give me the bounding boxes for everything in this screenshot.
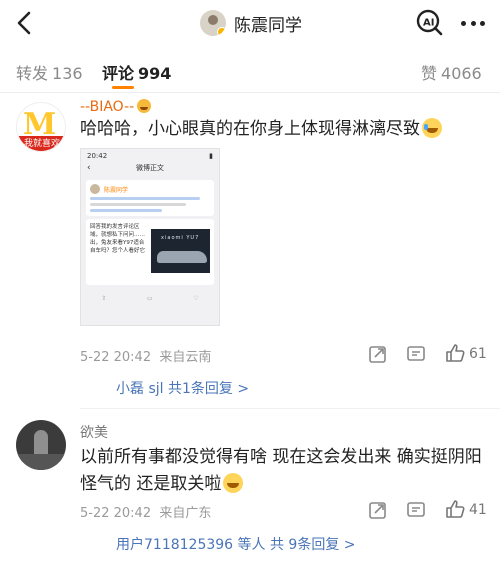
tab-repost[interactable]: 转发 136 [16,60,83,84]
like-button[interactable] [444,342,466,368]
image-post-text: 回答我的发言评论区域，就想私下问问……出，兔友来看Y97适合自车吗？您个人看好它 [90,224,146,254]
like-button[interactable] [444,498,466,524]
image-post: 回答我的发言评论区域，就想私下问问……出，兔友来看Y97适合自车吗？您个人看好它… [86,219,214,285]
like-count: 41 [469,502,487,518]
avatar[interactable]: M 我就喜欢 [16,102,66,152]
avatar-text: 我就喜欢 [23,139,60,149]
comment-text: 哈哈哈，小心眼真的在你身上体现得淋漓尽致 [80,116,442,143]
share-icon: ⇧ [101,295,107,302]
dot-icon [470,20,476,26]
text-line [90,203,186,206]
comment-meta: 5-22 20:42 来自广东 [80,502,211,521]
tab-likes-label: 赞 [421,64,438,83]
battery-icon: ▮ [209,152,213,160]
ai-search-icon: AI [416,9,443,36]
image-footer: ⇧ ▭ ♡ [81,295,219,302]
avatar[interactable] [200,10,226,36]
comment-body-line1: 以前所有事都没觉得有啥 现在这会发出来 确实挺阴阳 [80,447,482,467]
avatar-banner: 我就喜欢 [17,136,65,151]
image-poster: 陈震同学 [104,186,129,194]
comment-body-line2-wrap: 怪气的 还是取关啦 [80,471,490,498]
view-replies-link[interactable]: 用户7118125396 等人 共 9条回复 > [116,534,356,554]
divider [80,408,500,409]
reply-button[interactable] [406,344,426,368]
back-icon: ‹ [87,163,91,173]
back-button[interactable] [10,8,40,38]
avatar [90,184,100,194]
image-card: 陈震同学 [86,180,214,216]
comment-text: 以前所有事都没觉得有啥 现在这会发出来 确实挺阴阳 怪气的 还是取关啦 [80,444,490,498]
author-header[interactable]: 陈震同学 [200,9,302,37]
timestamp: 5-22 20:42 [80,350,152,365]
text-line [90,209,162,212]
comment-meta: 5-22 20:42 来自云南 [80,346,211,365]
ai-button[interactable]: AI [415,8,445,38]
comment-username[interactable]: 欲美 [80,422,108,442]
share-button[interactable] [368,344,388,368]
status-time: 20:42 [87,152,108,160]
thumbs-up-icon [446,500,465,518]
reply-button[interactable] [406,500,426,524]
ai-label: AI [423,18,434,29]
location: 来自云南 [159,350,212,365]
tab-bar: 转发 136 评论 994 赞 4066 [0,50,500,92]
comment-icon [407,502,425,517]
top-bar: 陈震同学 AI [0,0,500,46]
active-tab-indicator [112,86,134,89]
laugh-cry-emoji-icon [422,118,442,138]
like-icon: ♡ [193,295,199,302]
tab-likes-count: 4066 [441,64,482,83]
comment-username[interactable]: --BIAO-- [80,99,152,115]
tab-repost-label: 转发 [16,64,49,83]
tab-repost-count: 136 [52,64,83,83]
fan-badge-icon [137,99,152,113]
car-brand: xiaomi YU7 [161,235,200,241]
like-count: 61 [469,346,487,362]
dot-icon [480,20,485,26]
page-title: 陈震同学 [234,15,302,36]
shrug-emoji-icon [223,473,244,493]
share-button[interactable] [368,500,388,524]
comment-image[interactable]: 20:42 ▮ ‹ 微博正文 陈震同学 回答我的发言评论区域，就想私下问问……出，兔… [80,148,220,326]
thumbs-up-icon [446,344,465,362]
view-replies-link[interactable]: 小磊 sjl 共1条回复 > [116,378,249,398]
share-icon [369,346,386,363]
chevron-left-icon [17,11,31,35]
verified-badge-icon [217,27,226,36]
comment-body-line2: 怪气的 还是取关啦 [80,474,222,494]
comment-icon: ▭ [146,295,153,302]
share-icon [369,502,386,519]
comment-body: 哈哈哈，小心眼真的在你身上体现得淋漓尽致 [80,119,420,139]
dot-icon [461,20,466,26]
timestamp: 5-22 20:42 [80,506,152,521]
tab-comments-count: 994 [138,64,172,83]
location: 来自广东 [159,506,212,521]
tab-likes[interactable]: 赞 4066 [421,60,482,84]
tab-comments[interactable]: 评论 994 [102,60,171,84]
avatar[interactable] [16,420,66,470]
more-button[interactable] [458,10,488,36]
text-line [90,197,201,200]
image-nav: ‹ 微博正文 [81,163,219,177]
status-bar: 20:42 ▮ [81,149,219,163]
comment-icon [407,346,425,361]
image-nav-title: 微博正文 [136,164,164,172]
car-body [157,251,208,263]
username-text: --BIAO-- [80,99,135,115]
car-photo: xiaomi YU7 [151,229,210,273]
tab-comments-label: 评论 [102,64,135,83]
divider [0,92,500,93]
